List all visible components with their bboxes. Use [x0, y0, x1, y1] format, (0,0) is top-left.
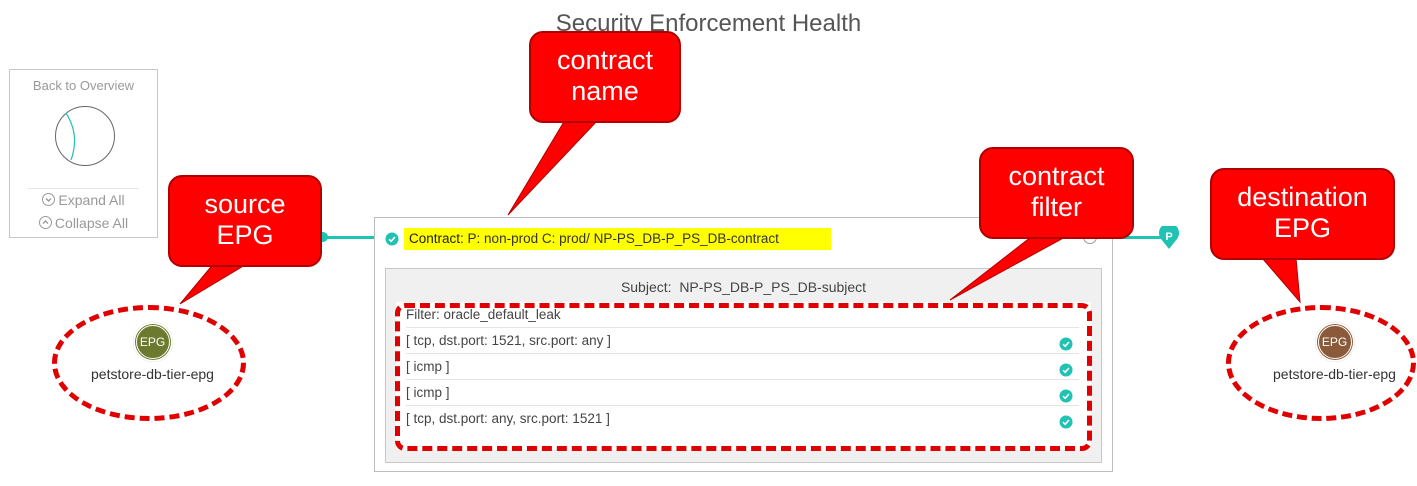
callout-line: contract — [556, 45, 654, 75]
callout-line: contract — [1008, 161, 1105, 191]
callout-contract-name: contract name — [529, 31, 681, 123]
callout-line: EPG — [216, 220, 274, 250]
callout-line: destination — [1237, 182, 1368, 212]
callout-line: EPG — [1273, 213, 1332, 243]
callout-line: filter — [1030, 192, 1082, 222]
callout-destination-epg: destination EPG — [1210, 168, 1395, 260]
callout-line: name — [571, 76, 639, 106]
callout-source-epg: source EPG — [168, 175, 322, 267]
callout-line: source — [204, 189, 286, 219]
callout-contract-filter: contract filter — [979, 147, 1134, 239]
